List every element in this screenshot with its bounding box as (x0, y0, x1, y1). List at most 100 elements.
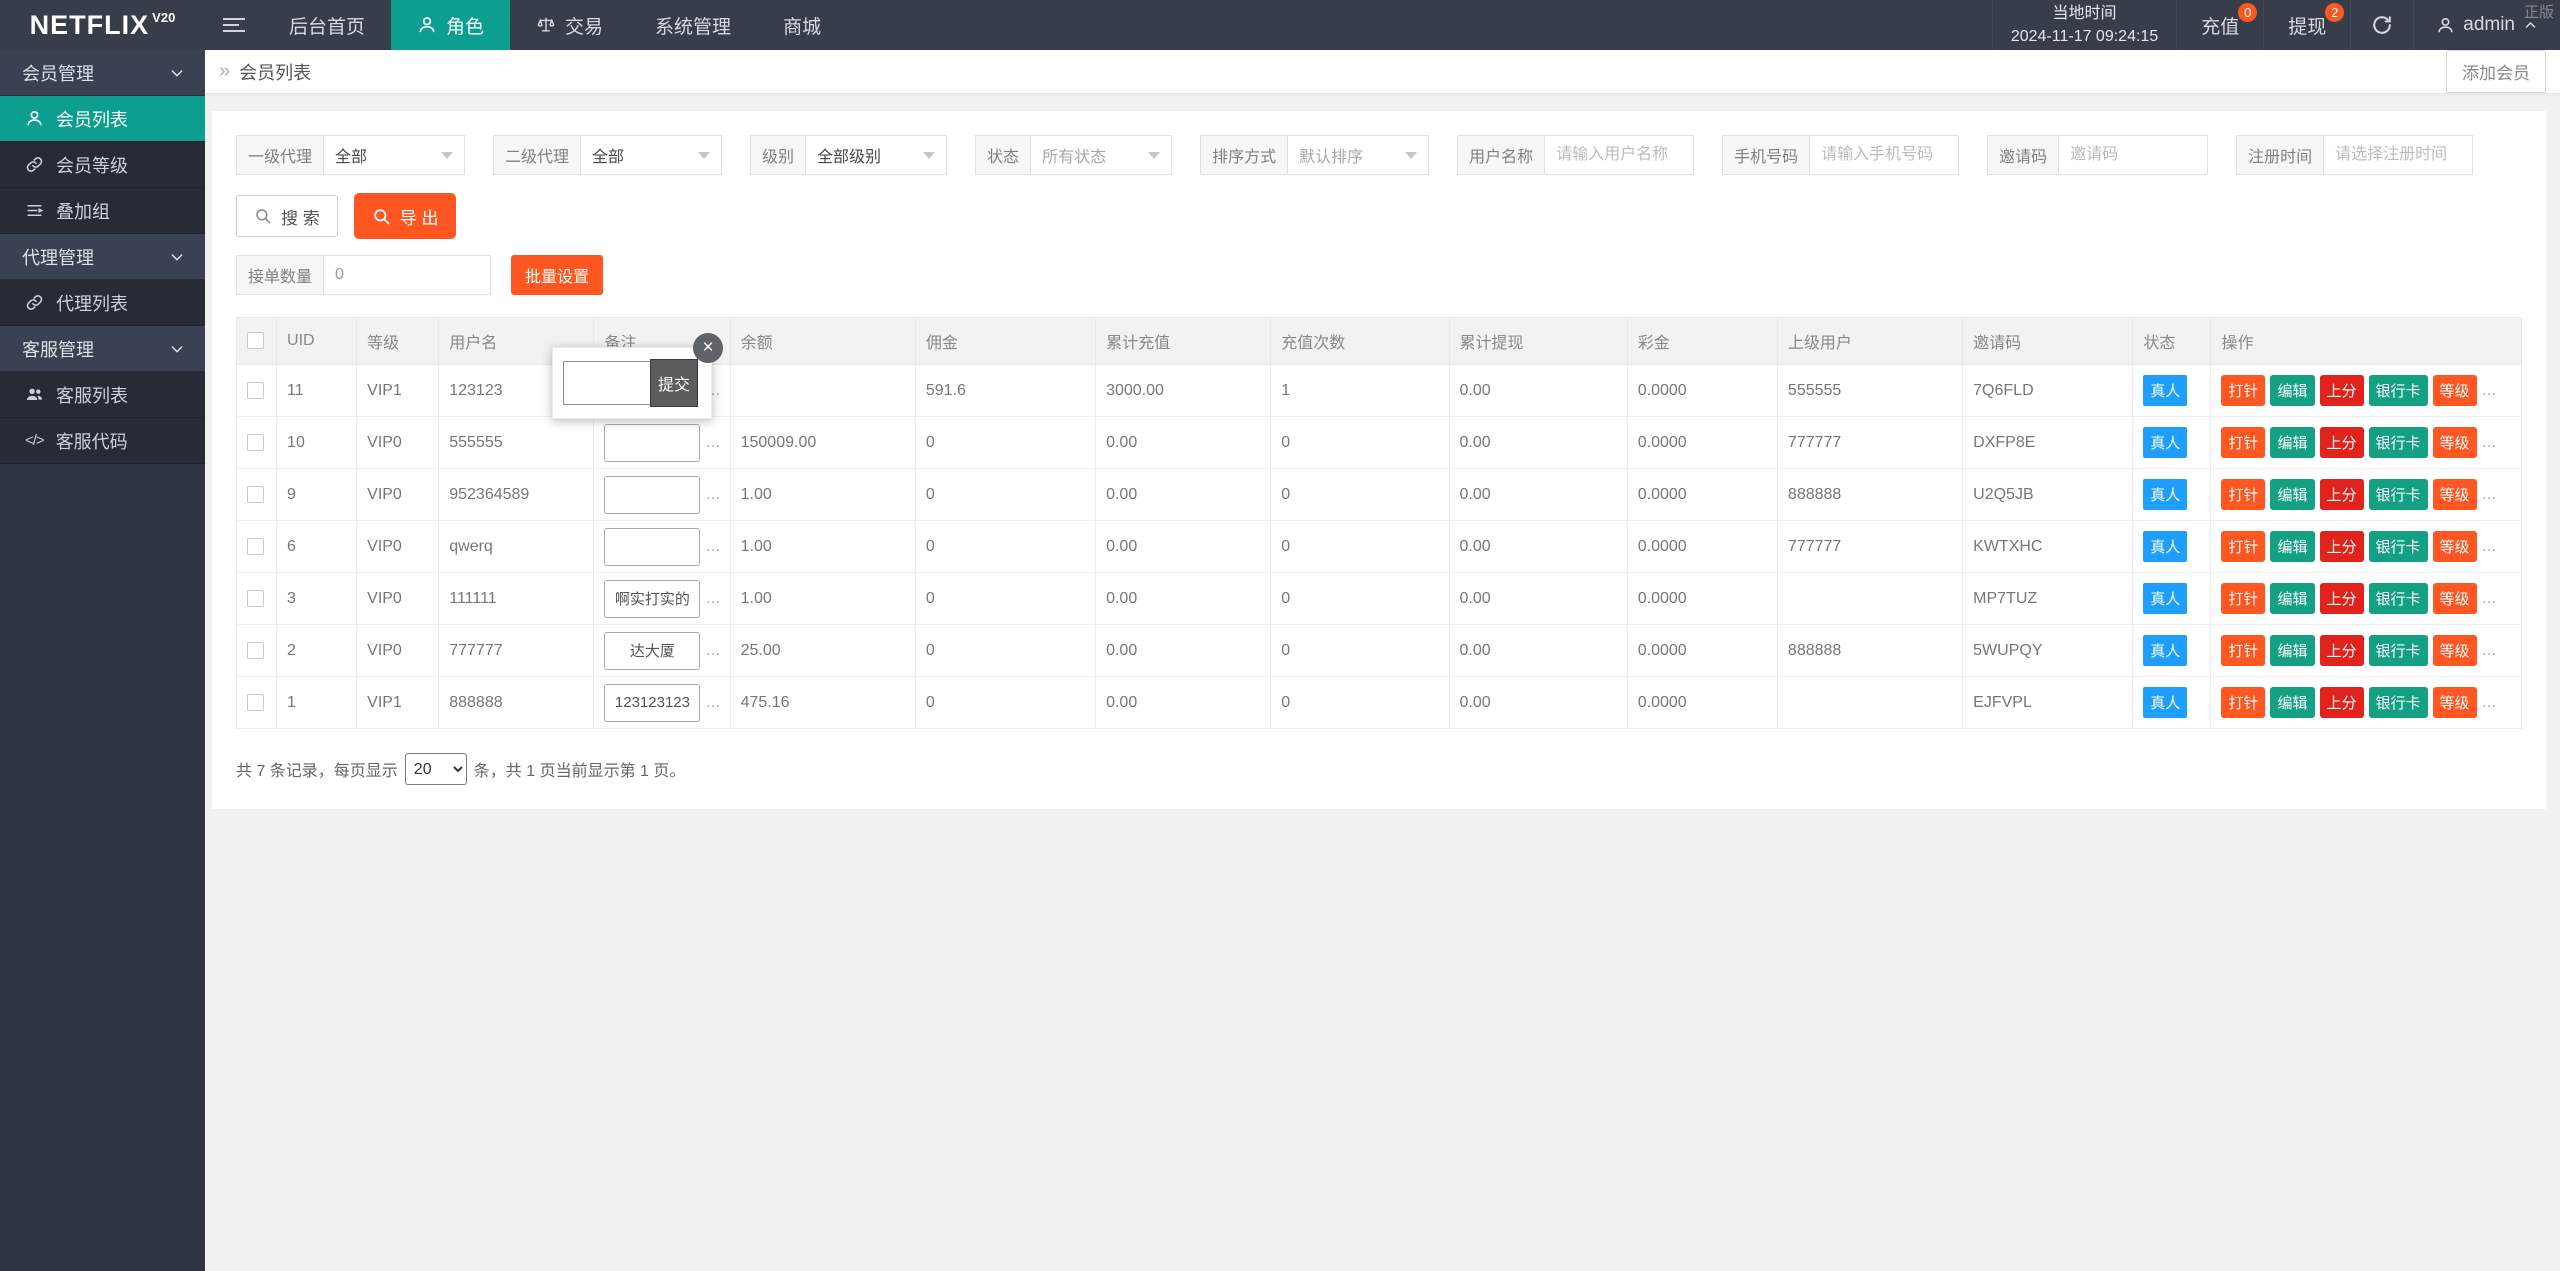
sidebar-item-stack-group[interactable]: 叠加组 (0, 188, 205, 234)
agent-level2-select[interactable]: 全部 (580, 135, 722, 175)
recharge-button[interactable]: 充值 0 (2176, 0, 2263, 50)
cell-commission: 0 (915, 573, 1095, 625)
action-button-1[interactable]: 编辑 (2270, 687, 2314, 718)
remark-submit-button[interactable]: 提交 (650, 359, 698, 407)
export-button[interactable]: 导 出 (354, 193, 457, 239)
sort-mode-select[interactable]: 默认排序 (1287, 135, 1429, 175)
row-checkbox[interactable] (247, 642, 264, 659)
action-button-3[interactable]: 银行卡 (2369, 479, 2428, 510)
action-button-2[interactable]: 上分 (2320, 427, 2364, 458)
sidebar-item-service-code[interactable]: </>客服代码 (0, 418, 205, 464)
action-button-3[interactable]: 银行卡 (2369, 531, 2428, 562)
action-button-3[interactable]: 银行卡 (2369, 427, 2428, 458)
action-button-1[interactable]: 编辑 (2270, 583, 2314, 614)
sidebar-item-member-level[interactable]: 会员等级 (0, 142, 205, 188)
action-button-2[interactable]: 上分 (2320, 479, 2364, 510)
refresh-button[interactable] (2350, 0, 2413, 50)
remark-more-button[interactable]: … (705, 694, 720, 711)
action-button-2[interactable]: 上分 (2320, 531, 2364, 562)
action-button-4[interactable]: 等级 (2433, 531, 2477, 562)
select-all-checkbox[interactable] (247, 332, 264, 349)
action-button-1[interactable]: 编辑 (2270, 427, 2314, 458)
action-button-2[interactable]: 上分 (2320, 375, 2364, 406)
action-button-0[interactable]: 打针 (2221, 427, 2265, 458)
menu-toggle-icon[interactable] (205, 0, 263, 50)
action-button-1[interactable]: 编辑 (2270, 479, 2314, 510)
action-button-0[interactable]: 打针 (2221, 687, 2265, 718)
remark-input[interactable] (604, 528, 700, 566)
more-actions-button[interactable]: … (2482, 486, 2497, 503)
remark-input[interactable] (604, 632, 700, 670)
action-button-4[interactable]: 等级 (2433, 635, 2477, 666)
nav-item-dashboard[interactable]: 后台首页 (263, 0, 391, 50)
action-button-2[interactable]: 上分 (2320, 583, 2364, 614)
remark-input[interactable] (604, 476, 700, 514)
remark-more-button[interactable]: … (705, 642, 720, 659)
remark-input[interactable] (604, 580, 700, 618)
more-actions-button[interactable]: … (2482, 642, 2497, 659)
action-button-4[interactable]: 等级 (2433, 427, 2477, 458)
row-checkbox[interactable] (247, 434, 264, 451)
action-button-0[interactable]: 打针 (2221, 635, 2265, 666)
remark-popup-input[interactable] (563, 361, 651, 405)
action-button-3[interactable]: 银行卡 (2369, 583, 2428, 614)
sidebar-group-member-management[interactable]: 会员管理 (0, 50, 205, 96)
action-button-1[interactable]: 编辑 (2270, 531, 2314, 562)
add-member-button[interactable]: 添加会员 (2446, 50, 2546, 93)
more-actions-button[interactable]: … (2482, 694, 2497, 711)
level-select[interactable]: 全部级别 (805, 135, 947, 175)
action-button-1[interactable]: 编辑 (2270, 635, 2314, 666)
more-actions-button[interactable]: … (2482, 434, 2497, 451)
username-input[interactable] (1544, 135, 1694, 175)
action-button-4[interactable]: 等级 (2433, 687, 2477, 718)
remark-more-button[interactable]: … (705, 590, 720, 607)
sidebar-item-service-list[interactable]: 客服列表 (0, 372, 205, 418)
action-button-3[interactable]: 银行卡 (2369, 687, 2428, 718)
batch-set-button[interactable]: 批量设置 (511, 255, 603, 295)
remark-input[interactable] (604, 424, 700, 462)
status-select[interactable]: 所有状态 (1030, 135, 1172, 175)
sidebar-group-agent-management[interactable]: 代理管理 (0, 234, 205, 280)
more-actions-button[interactable]: … (2482, 590, 2497, 607)
page-size-select[interactable]: 20 (405, 753, 467, 785)
sidebar-group-service-management[interactable]: 客服管理 (0, 326, 205, 372)
nav-item-system[interactable]: 系统管理 (629, 0, 757, 50)
row-checkbox[interactable] (247, 382, 264, 399)
action-button-2[interactable]: 上分 (2320, 687, 2364, 718)
action-button-0[interactable]: 打针 (2221, 531, 2265, 562)
nav-item-trade[interactable]: 交易 (510, 0, 629, 50)
close-icon[interactable]: × (693, 333, 723, 363)
sidebar-item-member-list[interactable]: 会员列表 (0, 96, 205, 142)
invite-code-input[interactable] (2058, 135, 2208, 175)
action-button-0[interactable]: 打针 (2221, 375, 2265, 406)
row-checkbox[interactable] (247, 694, 264, 711)
nav-item-mall[interactable]: 商城 (757, 0, 847, 50)
sidebar-item-agent-list[interactable]: 代理列表 (0, 280, 205, 326)
cell-level: VIP1 (357, 677, 439, 729)
batch-quantity-input[interactable] (323, 255, 491, 295)
row-checkbox[interactable] (247, 486, 264, 503)
action-button-0[interactable]: 打针 (2221, 479, 2265, 510)
action-button-0[interactable]: 打针 (2221, 583, 2265, 614)
agent-level1-select[interactable]: 全部 (323, 135, 465, 175)
action-button-4[interactable]: 等级 (2433, 375, 2477, 406)
more-actions-button[interactable]: … (2482, 382, 2497, 399)
action-button-2[interactable]: 上分 (2320, 635, 2364, 666)
search-button[interactable]: 搜 索 (236, 195, 338, 237)
more-actions-button[interactable]: … (2482, 538, 2497, 555)
action-button-4[interactable]: 等级 (2433, 479, 2477, 510)
remark-more-button[interactable]: … (705, 434, 720, 451)
phone-input[interactable] (1809, 135, 1959, 175)
remark-input[interactable] (604, 684, 700, 722)
remark-more-button[interactable]: … (705, 486, 720, 503)
row-checkbox[interactable] (247, 538, 264, 555)
nav-item-roles[interactable]: 角色 (391, 0, 510, 50)
withdraw-button[interactable]: 提现 2 (2263, 0, 2350, 50)
action-button-1[interactable]: 编辑 (2270, 375, 2314, 406)
action-button-4[interactable]: 等级 (2433, 583, 2477, 614)
row-checkbox[interactable] (247, 590, 264, 607)
action-button-3[interactable]: 银行卡 (2369, 375, 2428, 406)
action-button-3[interactable]: 银行卡 (2369, 635, 2428, 666)
register-time-input[interactable] (2323, 135, 2473, 175)
remark-more-button[interactable]: … (705, 538, 720, 555)
